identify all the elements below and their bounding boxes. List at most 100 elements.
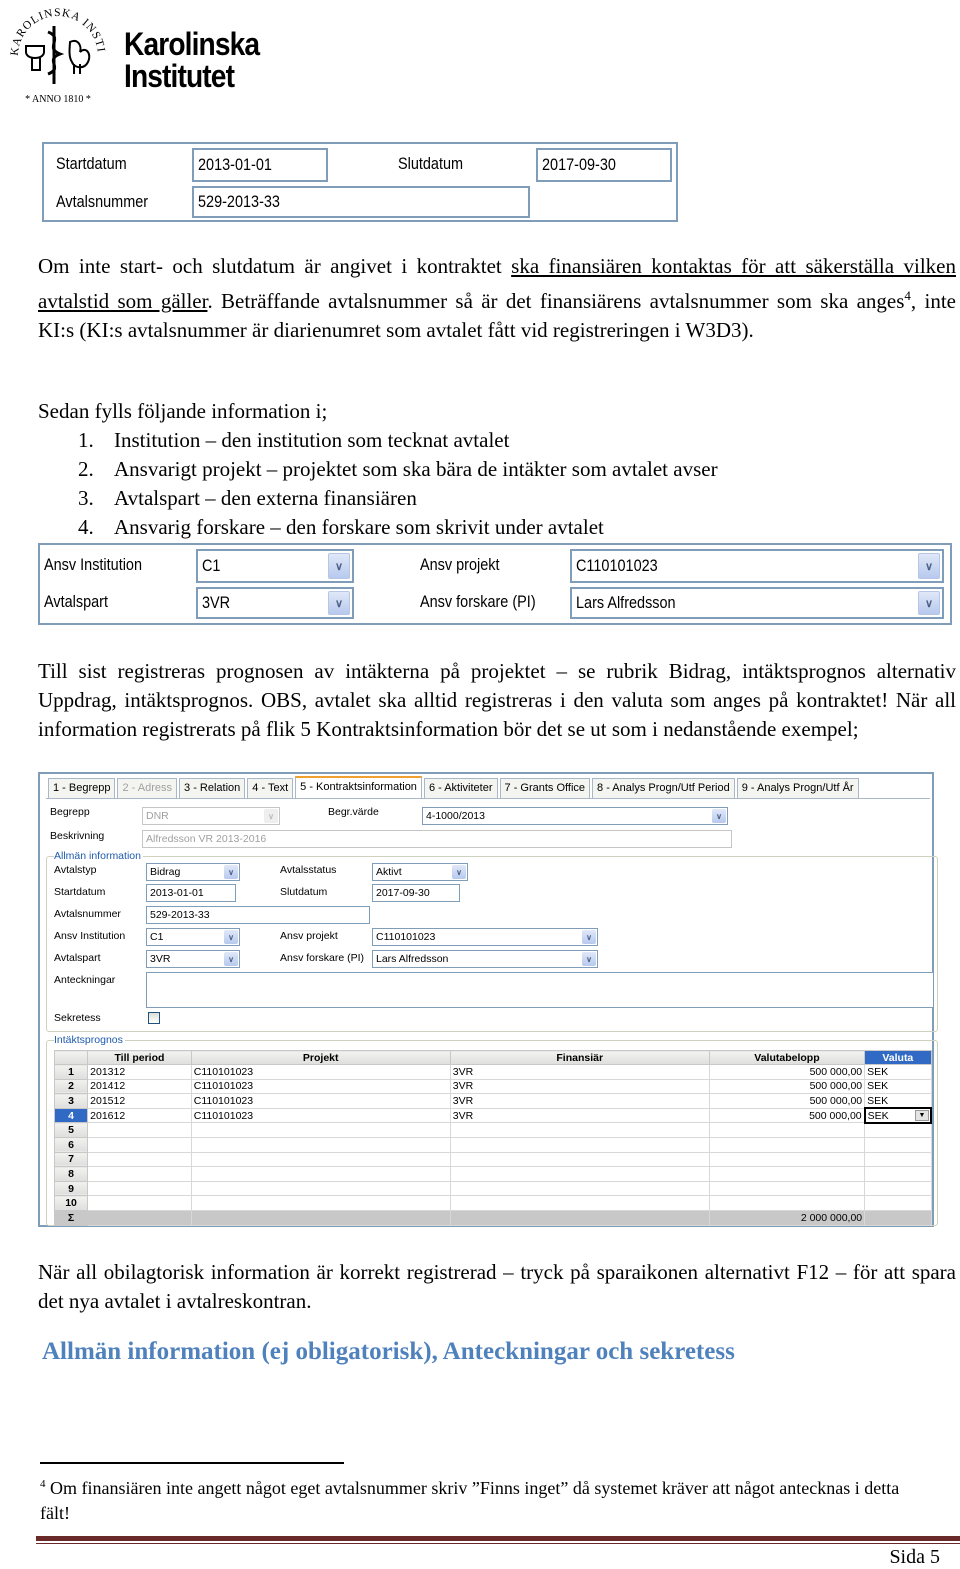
chevron-down-icon[interactable]: ∨ [582,930,596,944]
grid-cell-projekt[interactable]: C110101023 [190,1093,451,1109]
avtalsnummer-field[interactable]: 529-2013-33 [192,186,530,218]
grid-row[interactable]: 6 [53,1136,932,1153]
grid-row[interactable]: 5 [53,1122,932,1138]
col-finansiar[interactable]: Finansiär [449,1050,710,1065]
chevron-down-icon[interactable]: ∨ [328,553,350,579]
grid-cell-belopp[interactable] [708,1195,866,1211]
grid-cell-period[interactable]: 201412 [87,1078,192,1095]
chevron-down-icon[interactable]: ∨ [452,865,466,879]
grid-cell-valuta[interactable] [864,1180,932,1197]
grid-cell-period[interactable] [87,1180,192,1197]
grid-cell-belopp[interactable]: 500 000,00 [708,1107,866,1124]
grid-cell-period[interactable]: 201512 [87,1093,192,1109]
ansv-forskare-select[interactable]: Lars Alfredsson ∨ [372,950,598,968]
grid-cell-finansiar[interactable] [449,1151,710,1168]
ansv-forskare-select[interactable]: Lars Alfredsson ∨ [570,587,944,619]
row-header[interactable]: 8 [53,1166,89,1182]
grid-row[interactable]: 8 [53,1166,932,1182]
grid-cell-projekt[interactable] [190,1195,451,1211]
grid-cell-period[interactable] [87,1166,192,1182]
grid-cell-valuta[interactable]: SEK [864,1064,932,1080]
col-valuta[interactable]: Valuta [864,1050,932,1065]
grid-cell-valuta[interactable]: SEK [864,1078,932,1095]
grid-cell-belopp[interactable]: 500 000,00 [708,1064,866,1080]
grid-cell-belopp[interactable] [708,1180,866,1197]
row-header[interactable]: 3 [53,1093,89,1109]
grid-cell-belopp[interactable] [708,1136,866,1153]
grid-cell-period[interactable]: 201312 [87,1064,192,1080]
tab-relation[interactable]: 3 - Relation [179,778,246,798]
begrepp-select[interactable]: DNR ∨ [142,807,280,825]
row-header[interactable]: 5 [53,1122,89,1138]
avtalsnummer-field[interactable]: 529-2013-33 [146,906,370,924]
ansv-projekt-select[interactable]: C110101023 ∨ [372,928,598,946]
avtalstyp-select[interactable]: Bidrag ∨ [146,863,240,881]
grid-cell-valuta[interactable] [864,1151,932,1168]
dropdown-arrow-icon[interactable]: ▼ [915,1110,929,1122]
slutdatum-field[interactable]: 2017-09-30 [536,148,672,182]
col-till-period[interactable]: Till period [87,1050,192,1065]
grid-cell-belopp[interactable] [708,1122,866,1138]
grid-cell-belopp[interactable]: 500 000,00 [708,1078,866,1095]
grid-cell-finansiar[interactable] [449,1195,710,1211]
grid-cell-finansiar[interactable]: 3VR [449,1064,710,1080]
chevron-down-icon[interactable]: ∨ [918,553,940,579]
grid-cell-finansiar[interactable]: 3VR [449,1078,710,1095]
tab-kontraktsinformation[interactable]: 5 - Kontraktsinformation [295,776,422,798]
tab-grants-office[interactable]: 7 - Grants Office [499,778,591,798]
grid-cell-projekt[interactable] [190,1166,451,1182]
grid-cell-finansiar[interactable] [449,1136,710,1153]
grid-cell-valuta[interactable] [864,1166,932,1182]
grid-cell-projekt[interactable] [190,1180,451,1197]
avtalspart-select[interactable]: 3VR ∨ [146,950,240,968]
chevron-down-icon[interactable]: ∨ [712,809,726,823]
sekretess-checkbox[interactable] [148,1012,160,1024]
grid-cell-period[interactable] [87,1122,192,1138]
ansv-projekt-select[interactable]: C110101023 ∨ [570,549,944,583]
grid-cell-finansiar[interactable] [449,1122,710,1138]
row-header[interactable]: 2 [53,1078,89,1095]
avtalsstatus-select[interactable]: Aktivt ∨ [372,863,468,881]
grid-cell-projekt[interactable]: C110101023 [190,1078,451,1095]
grid-cell-valuta[interactable] [864,1195,932,1211]
grid-cell-projekt[interactable] [190,1136,451,1153]
chevron-down-icon[interactable]: ∨ [224,930,238,944]
grid-row[interactable]: 10 [53,1195,932,1211]
chevron-down-icon[interactable]: ∨ [264,809,278,823]
startdatum-field[interactable]: 2013-01-01 [192,148,328,182]
grid-cell-finansiar[interactable] [449,1166,710,1182]
chevron-down-icon[interactable]: ∨ [224,952,238,966]
grid-cell-period[interactable] [87,1151,192,1168]
col-valutabelopp[interactable]: Valutabelopp [708,1050,866,1065]
tab-adress[interactable]: 2 - Adress [117,778,178,798]
anteckningar-textarea[interactable] [146,972,934,1008]
grid-row[interactable]: 2 201412 C110101023 3VR 500 000,00 SEK [53,1078,932,1095]
ansv-institution-select[interactable]: C1 ∨ [196,549,354,583]
grid-cell-finansiar[interactable]: 3VR [449,1093,710,1109]
grid-row[interactable]: 9 [53,1180,932,1197]
grid-cell-valuta[interactable] [864,1122,932,1138]
startdatum-field[interactable]: 2013-01-01 [146,884,236,902]
grid-cell-valuta[interactable]: SEK [864,1093,932,1109]
row-header[interactable]: 9 [53,1180,89,1197]
slutdatum-field[interactable]: 2017-09-30 [372,884,460,902]
grid-cell-projekt[interactable] [190,1122,451,1138]
tab-aktiviteter[interactable]: 6 - Aktiviteter [423,778,498,798]
grid-cell-period[interactable] [87,1136,192,1153]
grid-cell-valuta[interactable]: SEK ▼ [863,1107,933,1124]
grid-row[interactable]: 7 [53,1151,932,1168]
row-header[interactable]: 6 [53,1136,89,1153]
row-header[interactable]: 10 [53,1195,89,1211]
begr-varde-select[interactable]: 4-1000/2013 ∨ [422,807,728,825]
grid-cell-belopp[interactable]: 500 000,00 [708,1093,866,1109]
grid-cell-projekt[interactable]: C110101023 [190,1064,451,1080]
grid-cell-period[interactable]: 201612 [87,1107,192,1124]
chevron-down-icon[interactable]: ∨ [224,865,238,879]
grid-row[interactable]: 3 201512 C110101023 3VR 500 000,00 SEK [53,1093,932,1109]
row-header[interactable]: 1 [53,1064,89,1080]
col-projekt[interactable]: Projekt [190,1050,451,1065]
row-header[interactable]: 4 [53,1107,89,1124]
grid-cell-period[interactable] [87,1195,192,1211]
grid-row[interactable]: 1 201312 C110101023 3VR 500 000,00 SEK [53,1064,932,1080]
beskrivning-field[interactable]: Alfredsson VR 2013-2016 [142,830,732,848]
